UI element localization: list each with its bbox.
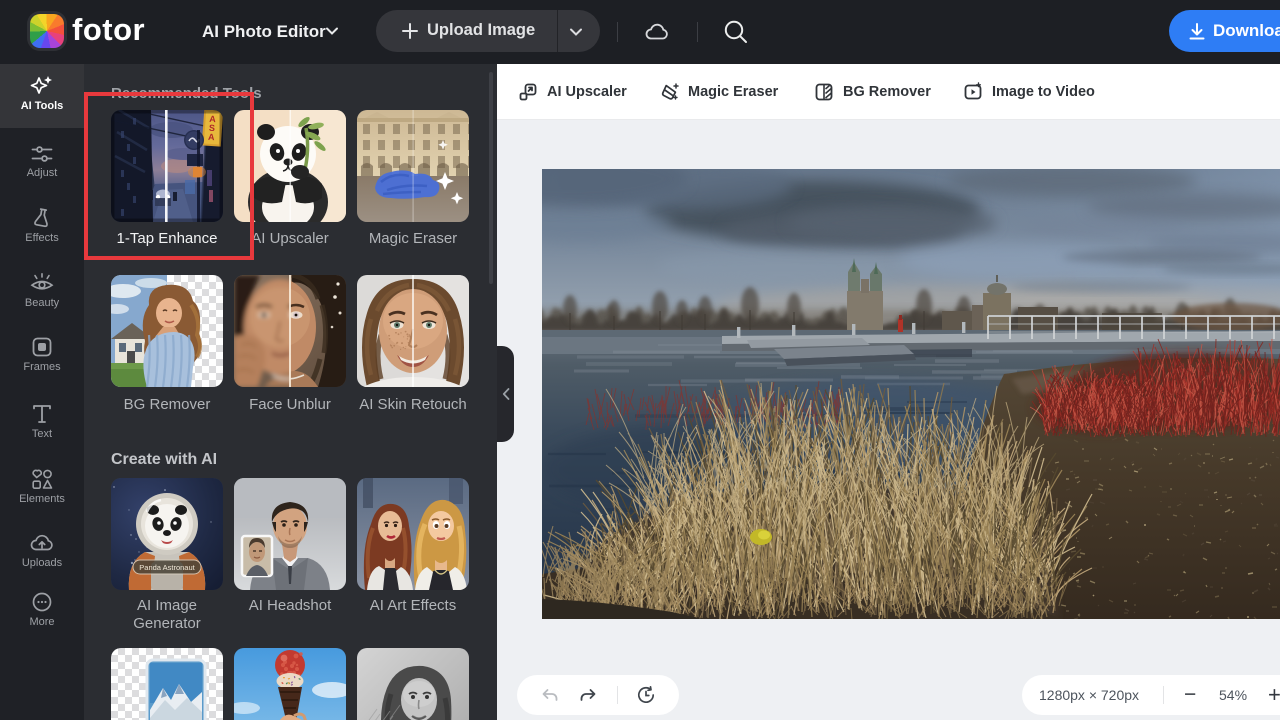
svg-text:Panda Astronaut: Panda Astronaut [139, 563, 195, 572]
